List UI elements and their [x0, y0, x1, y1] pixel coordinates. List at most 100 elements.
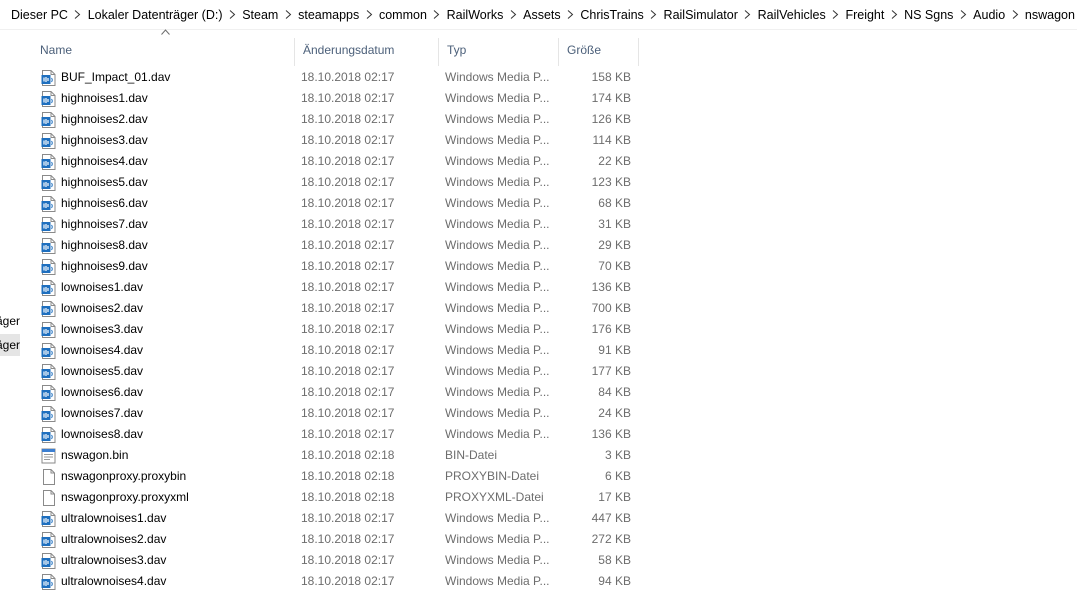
file-row[interactable]: BUF_Impact_01.dav 18.10.2018 02:17 Windows…	[32, 67, 642, 88]
file-size: 272 KB	[591, 532, 631, 546]
chevron-right-icon[interactable]	[429, 0, 445, 29]
file-row[interactable]: ultralownoises3.dav 18.10.2018 02:17 Windo…	[32, 550, 642, 571]
file-type: Windows Media P...	[445, 91, 550, 105]
file-type: Windows Media P...	[445, 196, 550, 210]
column-header-type[interactable]: Typ	[439, 32, 559, 68]
file-date: 18.10.2018 02:17	[301, 406, 395, 420]
column-header-date[interactable]: Änderungsdatum	[295, 32, 439, 68]
breadcrumb-item[interactable]: RailVehicles	[756, 8, 828, 22]
file-name: nswagonproxy.proxybin	[61, 469, 187, 483]
file-type: Windows Media P...	[445, 364, 550, 378]
chevron-right-icon[interactable]	[886, 0, 902, 29]
file-name: highnoises5.dav	[61, 175, 148, 189]
breadcrumb-item[interactable]: nswagon	[1023, 8, 1077, 22]
breadcrumb-item[interactable]: RailSimulator	[662, 8, 740, 22]
file-name: lownoises8.dav	[61, 427, 144, 441]
file-row[interactable]: nswagon.bin 18.10.2018 02:18 BIN-Datei 3 KB	[32, 445, 642, 466]
column-header-size[interactable]: Größe	[559, 32, 639, 68]
nav-item-local-drive[interactable]: Lokaler Datenträger	[0, 310, 20, 332]
file-row[interactable]: lownoises2.dav 18.10.2018 02:17 Windows Me…	[32, 298, 642, 319]
generic-file-icon	[41, 466, 57, 487]
breadcrumb-item[interactable]: ChrisTrains	[578, 8, 645, 22]
column-divider[interactable]	[638, 38, 639, 66]
file-size: 126 KB	[591, 112, 631, 126]
file-type: Windows Media P...	[445, 343, 550, 357]
file-row[interactable]: ultralownoises2.dav 18.10.2018 02:17 Windo…	[32, 529, 642, 550]
file-date: 18.10.2018 02:17	[301, 322, 395, 336]
file-name: highnoises2.dav	[61, 112, 148, 126]
media-file-icon	[41, 67, 57, 88]
chevron-right-icon[interactable]	[224, 0, 240, 29]
breadcrumb-item[interactable]: Freight	[843, 8, 886, 22]
breadcrumb-item[interactable]: steamapps	[296, 8, 361, 22]
breadcrumb-item[interactable]: NS Sgns	[902, 8, 955, 22]
file-row[interactable]: highnoises4.dav 18.10.2018 02:17 Windows M…	[32, 151, 642, 172]
chevron-right-icon[interactable]	[646, 0, 662, 29]
file-type: PROXYBIN-Datei	[445, 469, 540, 483]
media-file-icon	[41, 319, 57, 340]
file-type: Windows Media P...	[445, 280, 550, 294]
file-row[interactable]: highnoises6.dav 18.10.2018 02:17 Windows M…	[32, 193, 642, 214]
breadcrumb-item[interactable]: Assets	[521, 8, 563, 22]
file-size: 31 KB	[598, 217, 631, 231]
file-row[interactable]: highnoises7.dav 18.10.2018 02:17 Windows M…	[32, 214, 642, 235]
file-name: highnoises7.dav	[61, 217, 148, 231]
file-row[interactable]: lownoises8.dav 18.10.2018 02:17 Windows Me…	[32, 424, 642, 445]
chevron-right-icon[interactable]	[955, 0, 971, 29]
column-header-date-label: Änderungsdatum	[303, 43, 395, 57]
file-type: Windows Media P...	[445, 553, 550, 567]
chevron-right-icon[interactable]	[280, 0, 296, 29]
breadcrumb-item[interactable]: Steam	[240, 8, 280, 22]
file-row[interactable]: nswagonproxy.proxybin 18.10.2018 02:18 PRO…	[32, 466, 642, 487]
chevron-right-icon[interactable]	[1007, 0, 1023, 29]
file-name: highnoises1.dav	[61, 91, 148, 105]
column-header-type-label: Typ	[447, 43, 467, 57]
file-type: Windows Media P...	[445, 427, 550, 441]
file-date: 18.10.2018 02:17	[301, 280, 395, 294]
file-row[interactable]: nswagonproxy.proxyxml 18.10.2018 02:18 PRO…	[32, 487, 642, 508]
file-type: Windows Media P...	[445, 133, 550, 147]
file-row[interactable]: lownoises6.dav 18.10.2018 02:17 Windows Me…	[32, 382, 642, 403]
file-row[interactable]: lownoises3.dav 18.10.2018 02:17 Windows Me…	[32, 319, 642, 340]
file-size: 700 KB	[591, 301, 631, 315]
sort-ascending-icon	[161, 29, 170, 35]
file-name: lownoises1.dav	[61, 280, 144, 294]
breadcrumb-item[interactable]: RailWorks	[445, 8, 506, 22]
chevron-right-icon[interactable]	[740, 0, 756, 29]
chevron-right-icon[interactable]	[505, 0, 521, 29]
file-date: 18.10.2018 02:17	[301, 343, 395, 357]
media-file-icon	[41, 130, 57, 151]
breadcrumb-item[interactable]: Audio	[971, 8, 1007, 22]
chevron-right-icon[interactable]	[828, 0, 844, 29]
file-row[interactable]: lownoises5.dav 18.10.2018 02:17 Windows Me…	[32, 361, 642, 382]
file-type: Windows Media P...	[445, 154, 550, 168]
file-size: 158 KB	[591, 70, 631, 84]
file-row[interactable]: highnoises3.dav 18.10.2018 02:17 Windows M…	[32, 130, 642, 151]
breadcrumb-item[interactable]: Lokaler Datenträger (D:)	[86, 8, 225, 22]
file-row[interactable]: highnoises1.dav 18.10.2018 02:17 Windows M…	[32, 88, 642, 109]
file-type: Windows Media P...	[445, 112, 550, 126]
file-row[interactable]: ultralownoises1.dav 18.10.2018 02:17 Windo…	[32, 508, 642, 529]
file-row[interactable]: highnoises2.dav 18.10.2018 02:17 Windows M…	[32, 109, 642, 130]
file-row[interactable]: highnoises8.dav 18.10.2018 02:17 Windows M…	[32, 235, 642, 256]
file-name: highnoises4.dav	[61, 154, 148, 168]
nav-item-local-drive-selected[interactable]: Lokaler Datenträger	[0, 334, 20, 356]
file-date: 18.10.2018 02:17	[301, 175, 395, 189]
breadcrumb-item[interactable]: common	[377, 8, 429, 22]
file-row[interactable]: highnoises9.dav 18.10.2018 02:17 Windows M…	[32, 256, 642, 277]
file-date: 18.10.2018 02:17	[301, 385, 395, 399]
file-row[interactable]: lownoises7.dav 18.10.2018 02:17 Windows Me…	[32, 403, 642, 424]
file-name: lownoises6.dav	[61, 385, 144, 399]
file-row[interactable]: lownoises4.dav 18.10.2018 02:17 Windows Me…	[32, 340, 642, 361]
file-row[interactable]: highnoises5.dav 18.10.2018 02:17 Windows M…	[32, 172, 642, 193]
chevron-right-icon[interactable]	[563, 0, 579, 29]
breadcrumb-item[interactable]: Dieser PC	[9, 8, 70, 22]
bin-file-icon	[41, 445, 57, 466]
media-file-icon	[41, 256, 57, 277]
file-type: Windows Media P...	[445, 217, 550, 231]
file-row[interactable]: lownoises1.dav 18.10.2018 02:17 Windows Me…	[32, 277, 642, 298]
column-header-name[interactable]: Name	[32, 29, 295, 68]
chevron-right-icon[interactable]	[70, 0, 86, 29]
file-name: ultralownoises2.dav	[61, 532, 167, 546]
chevron-right-icon[interactable]	[361, 0, 377, 29]
